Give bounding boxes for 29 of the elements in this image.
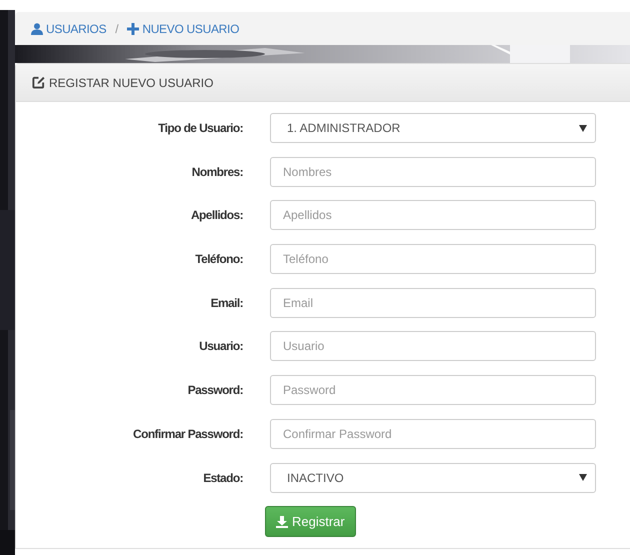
breadcrumb-separator: / <box>115 20 118 38</box>
input-field[interactable]: Confirmar Password <box>270 418 596 449</box>
field-label: Teléfono: <box>194 251 243 268</box>
panel-title: REGISTAR NUEVO USUARIO <box>49 74 214 92</box>
input-field[interactable]: Password <box>270 375 596 406</box>
dropdown[interactable]: INACTIVO <box>270 462 596 492</box>
dropdown[interactable]: 1. ADMINISTRADOR <box>270 113 596 143</box>
field-label: Password: <box>186 382 243 400</box>
field-label: Usuario: <box>198 338 243 356</box>
plus-icon <box>127 22 140 34</box>
input-field[interactable]: Email <box>270 288 596 318</box>
input-field[interactable]: Teléfono <box>270 244 596 274</box>
field-label: Estado: <box>202 470 243 486</box>
register-button[interactable]: Registrar <box>265 506 356 538</box>
edit-icon <box>32 76 45 89</box>
field-label: Nombres: <box>190 164 243 181</box>
breadcrumb-link[interactable]: USUARIOS <box>31 20 106 38</box>
field-label: Tipo de Usuario: <box>157 120 243 137</box>
download-icon <box>276 516 288 528</box>
dropdown-arrow-icon <box>579 474 587 481</box>
field-label: Apellidos: <box>190 207 243 224</box>
input-field[interactable]: Usuario <box>270 331 596 362</box>
breadcrumb-link[interactable]: NUEVO USUARIO <box>127 20 240 38</box>
field-label: Confirmar Password: <box>132 426 243 443</box>
field-label: Email: <box>210 294 243 312</box>
dropdown-arrow-icon <box>579 124 587 132</box>
input-field[interactable]: Apellidos <box>270 200 596 230</box>
input-field[interactable]: Nombres <box>270 156 596 187</box>
user-icon <box>31 22 43 34</box>
